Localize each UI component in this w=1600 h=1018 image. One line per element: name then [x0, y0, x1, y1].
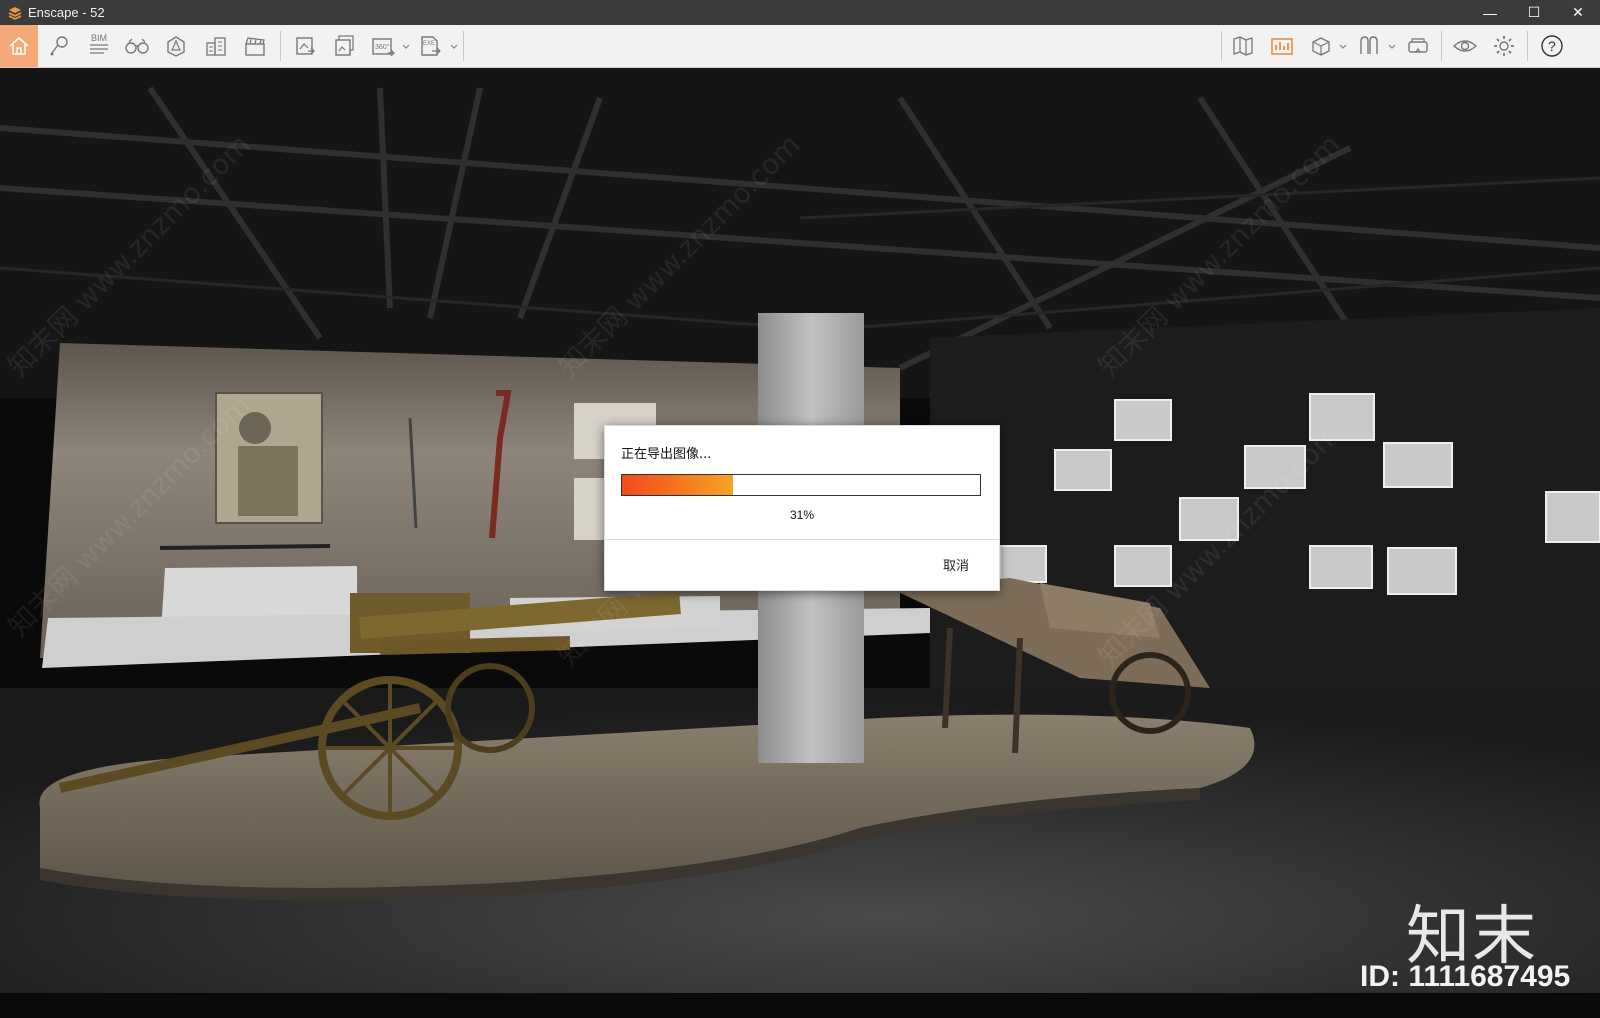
- dialog-title: 正在导出图像...: [621, 447, 712, 462]
- bim-icon: BIM: [90, 33, 108, 54]
- buildings-icon: [206, 37, 226, 56]
- bim-label: BIM: [91, 33, 107, 43]
- view-mode-button[interactable]: [1446, 25, 1484, 67]
- binoculars-button[interactable]: [118, 25, 156, 67]
- exe-export-icon: EXE: [421, 36, 441, 56]
- chevron-down-icon[interactable]: [450, 43, 458, 51]
- video-editor-button[interactable]: [236, 25, 274, 67]
- export-progress-dialog: 正在导出图像... 31% 取消: [604, 425, 1000, 591]
- vr-headset-button[interactable]: [1399, 25, 1437, 67]
- chevron-down-icon[interactable]: [1388, 43, 1396, 51]
- watermark-id: ID: 1111687495: [1360, 960, 1571, 993]
- asset-library-button[interactable]: [157, 25, 195, 67]
- vr-headset-icon: [1408, 38, 1428, 53]
- exe-export-button[interactable]: EXE: [412, 25, 450, 67]
- batch-render-button[interactable]: [325, 25, 363, 67]
- batch-render-icon: [335, 35, 354, 56]
- progress-bar: [621, 474, 981, 496]
- chevron-down-icon[interactable]: [402, 43, 410, 51]
- bottom-strip: [0, 993, 1600, 1018]
- map-button[interactable]: [1224, 25, 1262, 67]
- eye-icon: [1452, 40, 1478, 52]
- toolbar-separator: [463, 31, 464, 61]
- screenshot-export-icon: [296, 37, 315, 55]
- help-icon: ?: [1541, 35, 1563, 57]
- close-button[interactable]: ✕: [1556, 0, 1600, 25]
- panorama-360-button[interactable]: 360°: [364, 25, 402, 67]
- enscape-logo-icon: [8, 6, 22, 20]
- progress-bar-fill: [622, 475, 733, 495]
- visual-settings-button[interactable]: [1263, 25, 1301, 67]
- home-button[interactable]: [0, 25, 38, 67]
- render-image-button[interactable]: [286, 25, 324, 67]
- map-icon: [1233, 36, 1253, 56]
- toolbar-separator: [1527, 31, 1528, 61]
- visual-settings-icon: [1271, 38, 1293, 55]
- chevron-down-icon[interactable]: [1339, 43, 1347, 51]
- help-button[interactable]: ?: [1533, 25, 1571, 67]
- toolbar-separator: [1441, 31, 1442, 61]
- title-bar: Enscape - 52 — ☐ ✕: [0, 0, 1600, 25]
- maximize-button[interactable]: ☐: [1512, 0, 1556, 25]
- binoculars-icon: [125, 38, 149, 54]
- bim-button[interactable]: BIM: [80, 25, 118, 67]
- minimize-button[interactable]: —: [1468, 0, 1512, 25]
- cube-view-button[interactable]: [1302, 25, 1340, 67]
- window-title: Enscape - 52: [28, 5, 105, 20]
- settings-button[interactable]: [1485, 25, 1523, 67]
- views-button[interactable]: [40, 25, 78, 67]
- window-controls: — ☐ ✕: [1468, 0, 1600, 25]
- asset-library-icon: [167, 36, 185, 57]
- clapperboard-icon: [245, 37, 265, 56]
- help-label: ?: [1548, 38, 1556, 54]
- toolbar-separator: [280, 31, 281, 61]
- exe-label: EXE: [423, 41, 435, 47]
- dialog-divider: [605, 539, 999, 540]
- cube-view-icon: [1312, 37, 1330, 56]
- panorama-label: 360°: [375, 43, 390, 51]
- material-library-button[interactable]: [1350, 25, 1388, 67]
- progress-percent: 31%: [789, 508, 815, 522]
- panorama-360-icon: 360°: [372, 38, 395, 57]
- cancel-button[interactable]: 取消: [943, 555, 969, 574]
- location-pin-icon: [50, 36, 68, 56]
- site-context-button[interactable]: [197, 25, 235, 67]
- home-icon: [9, 36, 29, 55]
- gear-icon: [1494, 36, 1514, 56]
- main-toolbar: BIM 360° EXE ?: [0, 25, 1600, 86]
- material-library-icon: [1360, 36, 1378, 54]
- toolbar-separator: [1221, 31, 1222, 61]
